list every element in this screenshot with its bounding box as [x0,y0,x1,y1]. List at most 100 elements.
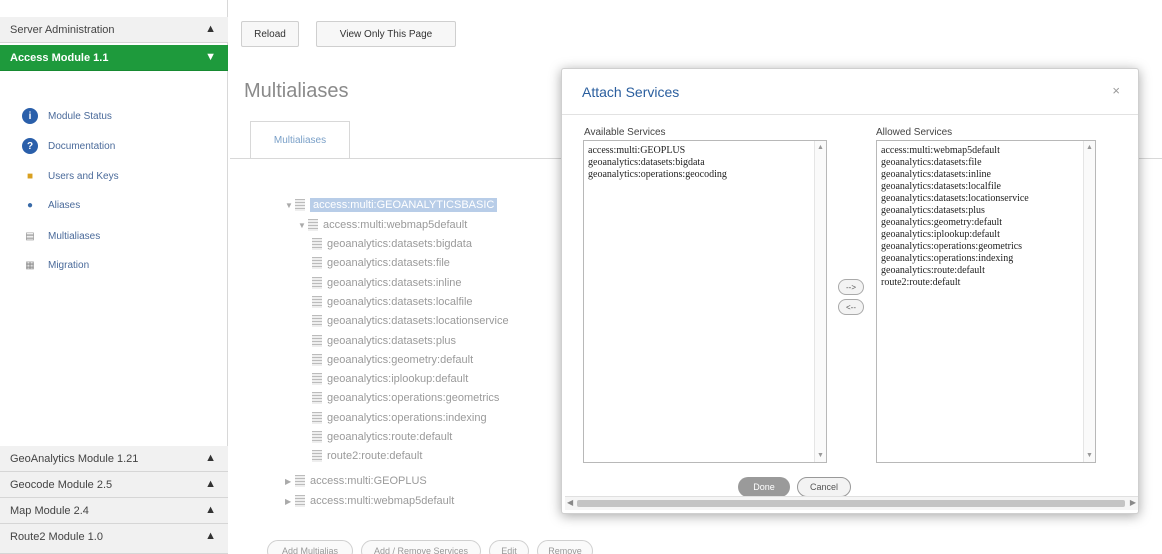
list-option[interactable]: geoanalytics:iplookup:default [881,229,1091,241]
expand-icon[interactable]: ▶ [285,477,295,486]
node-icon [312,257,322,270]
accordion-label: GeoAnalytics Module 1.21 [10,453,139,465]
tab-label: Multialiases [273,134,327,146]
scroll-up-icon[interactable]: ▲ [1086,144,1093,151]
list-option[interactable]: geoanalytics:datasets:localfile [881,181,1091,193]
add-multialias-button[interactable]: Add Multialias [267,540,353,554]
dialog-title: Attach Services [582,84,680,100]
tree-row-leaf[interactable]: route2:route:default [312,447,422,465]
tree-row-leaf[interactable]: geoanalytics:datasets:locationservice [312,312,509,330]
chevron-up-icon: ▲ [205,478,216,490]
accordion-geoanalytics-module[interactable]: GeoAnalytics Module 1.21 ▲ [0,446,228,472]
edit-button[interactable]: Edit [489,540,529,554]
lock-icon: ■ [26,170,34,182]
tree-row-sibling[interactable]: ▶ access:multi:webmap5default [285,492,454,510]
node-icon [312,276,322,289]
done-button[interactable]: Done [738,477,790,497]
move-left-button[interactable]: <-- [838,299,864,315]
scrollbar[interactable]: ▲ ▼ [814,141,826,462]
expand-icon[interactable]: ▶ [285,497,295,506]
scroll-right-icon[interactable]: ▶ [1130,498,1136,507]
tree-row-child[interactable]: ▼ access:multi:webmap5default [298,216,467,234]
tree-row-leaf[interactable]: geoanalytics:iplookup:default [312,370,468,388]
tree-label: geoanalytics:datasets:locationservice [327,315,509,328]
scroll-down-icon[interactable]: ▼ [1086,452,1093,459]
tree-row-leaf[interactable]: geoanalytics:datasets:localfile [312,293,473,311]
accordion-geocode-module[interactable]: Geocode Module 2.5 ▲ [0,472,228,498]
sidebar-item-module-status[interactable]: i Module Status [22,106,112,126]
tree-row-leaf[interactable]: geoanalytics:datasets:bigdata [312,235,472,253]
list-option[interactable]: geoanalytics:datasets:locationservice [881,193,1091,205]
reload-label: Reload [254,28,286,40]
list-option[interactable]: geoanalytics:datasets:plus [881,205,1091,217]
list-option[interactable]: geoanalytics:operations:indexing [881,253,1091,265]
scroll-up-icon[interactable]: ▲ [817,144,824,151]
tree-row-leaf[interactable]: geoanalytics:datasets:inline [312,274,462,292]
sidebar-item-users-and-keys[interactable]: ■ Users and Keys [22,166,119,186]
tree-label: geoanalytics:operations:indexing [327,411,487,424]
migration-icon: ▦ [25,259,35,271]
move-right-button[interactable]: --> [838,279,864,295]
tree-row-leaf[interactable]: geoanalytics:operations:indexing [312,409,487,427]
available-services-list[interactable]: access:multi:GEOPLUS geoanalytics:dataset… [583,140,827,463]
tree-row-leaf[interactable]: geoanalytics:operations:geometrics [312,389,499,407]
sidebar-item-documentation[interactable]: ? Documentation [22,136,115,156]
accordion-label: Access Module 1.1 [10,52,109,64]
collapse-icon[interactable]: ▼ [285,201,295,210]
node-icon [312,392,322,405]
list-option[interactable]: geoanalytics:geometry:default [881,217,1091,229]
list-option[interactable]: route2:route:default [881,277,1091,289]
view-only-this-page-button[interactable]: View Only This Page [316,21,456,47]
sidebar-item-label: Documentation [48,140,116,152]
node-icon [312,334,322,347]
list-option[interactable]: access:multi:GEOPLUS [588,145,822,157]
sidebar-item-multialiases[interactable]: ▤ Multialiases [22,226,100,246]
accordion-label: Map Module 2.4 [10,505,89,517]
add-remove-services-button[interactable]: Add / Remove Services [361,540,481,554]
tree-label: geoanalytics:datasets:file [327,257,450,270]
sidebar-item-migration[interactable]: ▦ Migration [22,255,89,275]
scroll-left-icon[interactable]: ◀ [567,498,573,507]
list-option[interactable]: geoanalytics:datasets:bigdata [588,157,822,169]
accordion-route2-module[interactable]: Route2 Module 1.0 ▲ [0,524,228,554]
list-option[interactable]: geoanalytics:route:default [881,265,1091,277]
tree-row-root[interactable]: ▼ access:multi:GEOANALYTICSBASIC [285,196,498,214]
chevron-up-icon: ▲ [205,452,216,464]
list-option[interactable]: access:multi:webmap5default [881,145,1091,157]
list-option[interactable]: geoanalytics:datasets:file [881,157,1091,169]
reload-button[interactable]: Reload [241,21,299,47]
tree-label: access:multi:GEOANALYTICSBASIC [310,198,498,212]
tree-row-leaf[interactable]: geoanalytics:datasets:plus [312,332,456,350]
scroll-down-icon[interactable]: ▼ [817,452,824,459]
node-icon [312,315,322,328]
sidebar-item-aliases[interactable]: ● Aliases [22,195,80,215]
tree-row-sibling[interactable]: ▶ access:multi:GEOPLUS [285,472,427,490]
accordion-access-module[interactable]: Access Module 1.1 ▼ [0,45,228,71]
list-option[interactable]: geoanalytics:operations:geometrics [881,241,1091,253]
allowed-services-list[interactable]: access:multi:webmap5default geoanalytics:… [876,140,1096,463]
close-icon[interactable]: × [1112,83,1120,98]
list-option[interactable]: geoanalytics:datasets:inline [881,169,1091,181]
list-option[interactable]: geoanalytics:operations:geocoding [588,169,822,181]
tree-row-leaf[interactable]: geoanalytics:geometry:default [312,351,473,369]
tree-label: geoanalytics:geometry:default [327,353,474,366]
accordion-server-administration[interactable]: Server Administration ▲ [0,17,228,43]
chevron-down-icon: ▼ [205,51,216,63]
accordion-map-module[interactable]: Map Module 2.4 ▲ [0,498,228,524]
cancel-button[interactable]: Cancel [797,477,851,497]
tab-multialiases[interactable]: Multialiases [250,121,350,159]
node-icon [312,353,322,366]
horizontal-scrollbar[interactable]: ◀ ▶ [565,496,1138,510]
tree-label: access:multi:webmap5default [310,495,455,507]
collapse-icon[interactable]: ▼ [298,221,308,230]
scrollbar[interactable]: ▲ ▼ [1083,141,1095,462]
node-icon [312,295,322,308]
node-icon [308,219,318,231]
tree-row-leaf[interactable]: geoanalytics:datasets:file [312,254,450,272]
sidebar-item-label: Module Status [48,110,112,122]
scroll-thumb[interactable] [577,500,1125,507]
chevron-up-icon: ▲ [205,504,216,516]
tree-label: geoanalytics:datasets:inline [327,276,462,289]
remove-button[interactable]: Remove [537,540,593,554]
tree-row-leaf[interactable]: geoanalytics:route:default [312,428,452,446]
